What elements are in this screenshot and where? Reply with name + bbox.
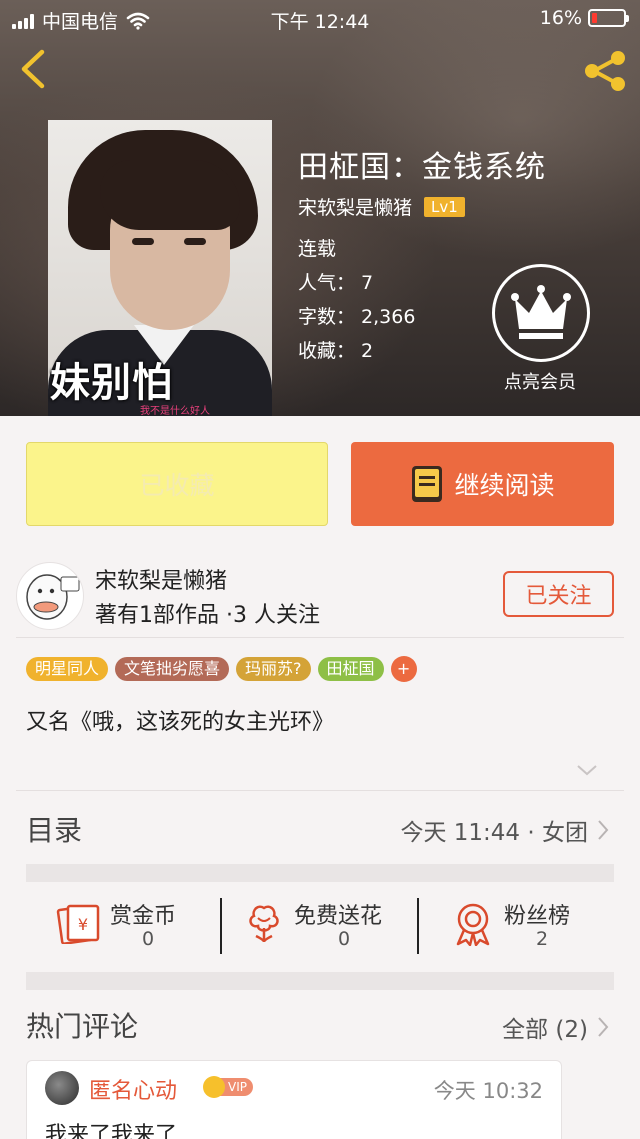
book-icon bbox=[412, 466, 443, 502]
comment-text: 我来了我来了 bbox=[45, 1123, 178, 1139]
followed-button[interactable]: 已关注 bbox=[503, 571, 614, 617]
author-avatar-image bbox=[26, 574, 80, 620]
chevron-left-icon bbox=[21, 49, 45, 89]
book-status-value: 连载 bbox=[298, 238, 337, 260]
all-comments-label: 全部 (2) bbox=[502, 1017, 588, 1043]
favorites-value: 2 bbox=[361, 340, 374, 362]
toc-info: 今天 11:44 · 女团 bbox=[400, 820, 588, 846]
popularity-label: 人气： bbox=[298, 272, 356, 294]
book-author-line: 宋软梨是懒猪 Lv1 bbox=[298, 193, 465, 220]
add-tag-button[interactable]: + bbox=[390, 656, 417, 682]
back-button[interactable] bbox=[14, 46, 54, 92]
hot-comments-title: 热门评论 bbox=[26, 1010, 139, 1043]
favorites-label: 收藏： bbox=[298, 340, 356, 362]
vip-button[interactable] bbox=[492, 264, 590, 362]
author-avatar[interactable] bbox=[16, 562, 84, 630]
battery-level bbox=[592, 13, 597, 23]
vip-badge: VIP bbox=[203, 1076, 253, 1098]
status-bar: 中国电信 下午 12:44 16% bbox=[0, 0, 640, 36]
book-title: 田柾国：金钱系统 bbox=[298, 150, 546, 185]
battery-percent: 16% bbox=[539, 7, 582, 29]
crown-icon bbox=[511, 285, 571, 339]
words-value: 2,366 bbox=[361, 306, 416, 328]
share-icon bbox=[585, 51, 625, 91]
book-popularity: 人气： 7 bbox=[298, 268, 373, 295]
vip-label: 点亮会员 bbox=[504, 372, 576, 393]
all-comments-link[interactable]: 全部 (2) bbox=[502, 1010, 610, 1044]
author-stats: 著有1部作品 ·3 人关注 bbox=[95, 603, 320, 628]
red-envelope-icon: ¥ bbox=[56, 904, 100, 944]
svg-text:¥: ¥ bbox=[78, 915, 88, 934]
comment-card[interactable]: 匿名心动 VIP 今天 10:32 我来了我来了 bbox=[26, 1060, 562, 1139]
divider bbox=[16, 790, 624, 791]
reward-gold-count: 0 bbox=[141, 928, 155, 950]
continue-reading-label: 继续阅读 bbox=[454, 471, 555, 500]
book-cover[interactable]: 妹别怕 我不是什么好人 bbox=[48, 120, 272, 416]
comment-time: 今天 10:32 bbox=[433, 1079, 543, 1103]
medal-icon bbox=[456, 903, 490, 946]
cover-art-eye bbox=[132, 238, 154, 245]
section-band bbox=[26, 972, 614, 990]
tag-item[interactable]: 玛丽苏? bbox=[236, 657, 311, 681]
chevron-down-icon bbox=[577, 765, 597, 776]
tag-list: 明星同人 文笔拙劣愿喜 玛丽苏? 田柾国 + bbox=[26, 656, 417, 682]
cover-caption: 我不是什么好人 bbox=[140, 406, 210, 416]
stat-separator bbox=[417, 898, 419, 954]
expand-description-button[interactable] bbox=[576, 762, 598, 781]
fan-ranking-button[interactable]: 粉丝榜 2 bbox=[452, 898, 592, 954]
author-level-badge: Lv1 bbox=[424, 196, 465, 217]
book-alias: 又名《哦，这该死的女主光环》 bbox=[26, 710, 335, 735]
toc-link[interactable]: 今天 11:44 · 女团 bbox=[400, 813, 610, 847]
author-name[interactable]: 宋软梨是懒猪 bbox=[95, 563, 227, 595]
book-author-name[interactable]: 宋软梨是懒猪 bbox=[298, 193, 412, 220]
book-word-count: 字数： 2,366 bbox=[298, 302, 415, 329]
toc-title: 目录 bbox=[26, 814, 83, 847]
fan-ranking-count: 2 bbox=[535, 928, 549, 950]
commenter-avatar[interactable] bbox=[45, 1071, 79, 1105]
vip-crown-icon bbox=[203, 1076, 225, 1098]
status-right: 16% bbox=[539, 7, 629, 29]
collected-button[interactable]: 已收藏 bbox=[26, 442, 328, 526]
fan-ranking-label: 粉丝榜 bbox=[504, 904, 571, 929]
free-flower-label: 免费送花 bbox=[294, 904, 383, 929]
reward-gold-label: 赏金币 bbox=[110, 904, 177, 929]
reward-gold-button[interactable]: ¥ 赏金币 0 bbox=[56, 898, 206, 954]
tag-item[interactable]: 文笔拙劣愿喜 bbox=[115, 657, 230, 681]
chevron-right-icon bbox=[598, 1017, 609, 1037]
tag-item[interactable]: 明星同人 bbox=[26, 657, 109, 681]
cover-text: 妹别怕 bbox=[50, 360, 173, 406]
cover-art-fringe bbox=[100, 160, 240, 230]
words-label: 字数： bbox=[298, 306, 356, 328]
continue-reading-button[interactable]: 继续阅读 bbox=[351, 442, 614, 526]
commenter-name[interactable]: 匿名心动 bbox=[89, 1073, 177, 1105]
book-header: 中国电信 下午 12:44 16% 妹别怕 我不是什么好人 田柾国：金钱系统 宋… bbox=[0, 0, 640, 416]
section-band bbox=[26, 864, 614, 882]
share-button[interactable] bbox=[580, 48, 630, 94]
chevron-right-icon bbox=[598, 820, 609, 840]
book-status: 连载 bbox=[298, 234, 336, 261]
divider bbox=[16, 637, 624, 638]
flower-icon bbox=[249, 905, 279, 943]
battery-icon bbox=[588, 9, 629, 27]
free-flower-button[interactable]: 免费送花 0 bbox=[244, 898, 404, 954]
popularity-value: 7 bbox=[361, 272, 374, 294]
stat-separator bbox=[220, 898, 222, 954]
tag-item[interactable]: 田柾国 bbox=[317, 657, 384, 681]
cover-art-eye bbox=[184, 238, 206, 245]
book-favorites: 收藏： 2 bbox=[298, 336, 373, 363]
free-flower-count: 0 bbox=[337, 928, 351, 950]
